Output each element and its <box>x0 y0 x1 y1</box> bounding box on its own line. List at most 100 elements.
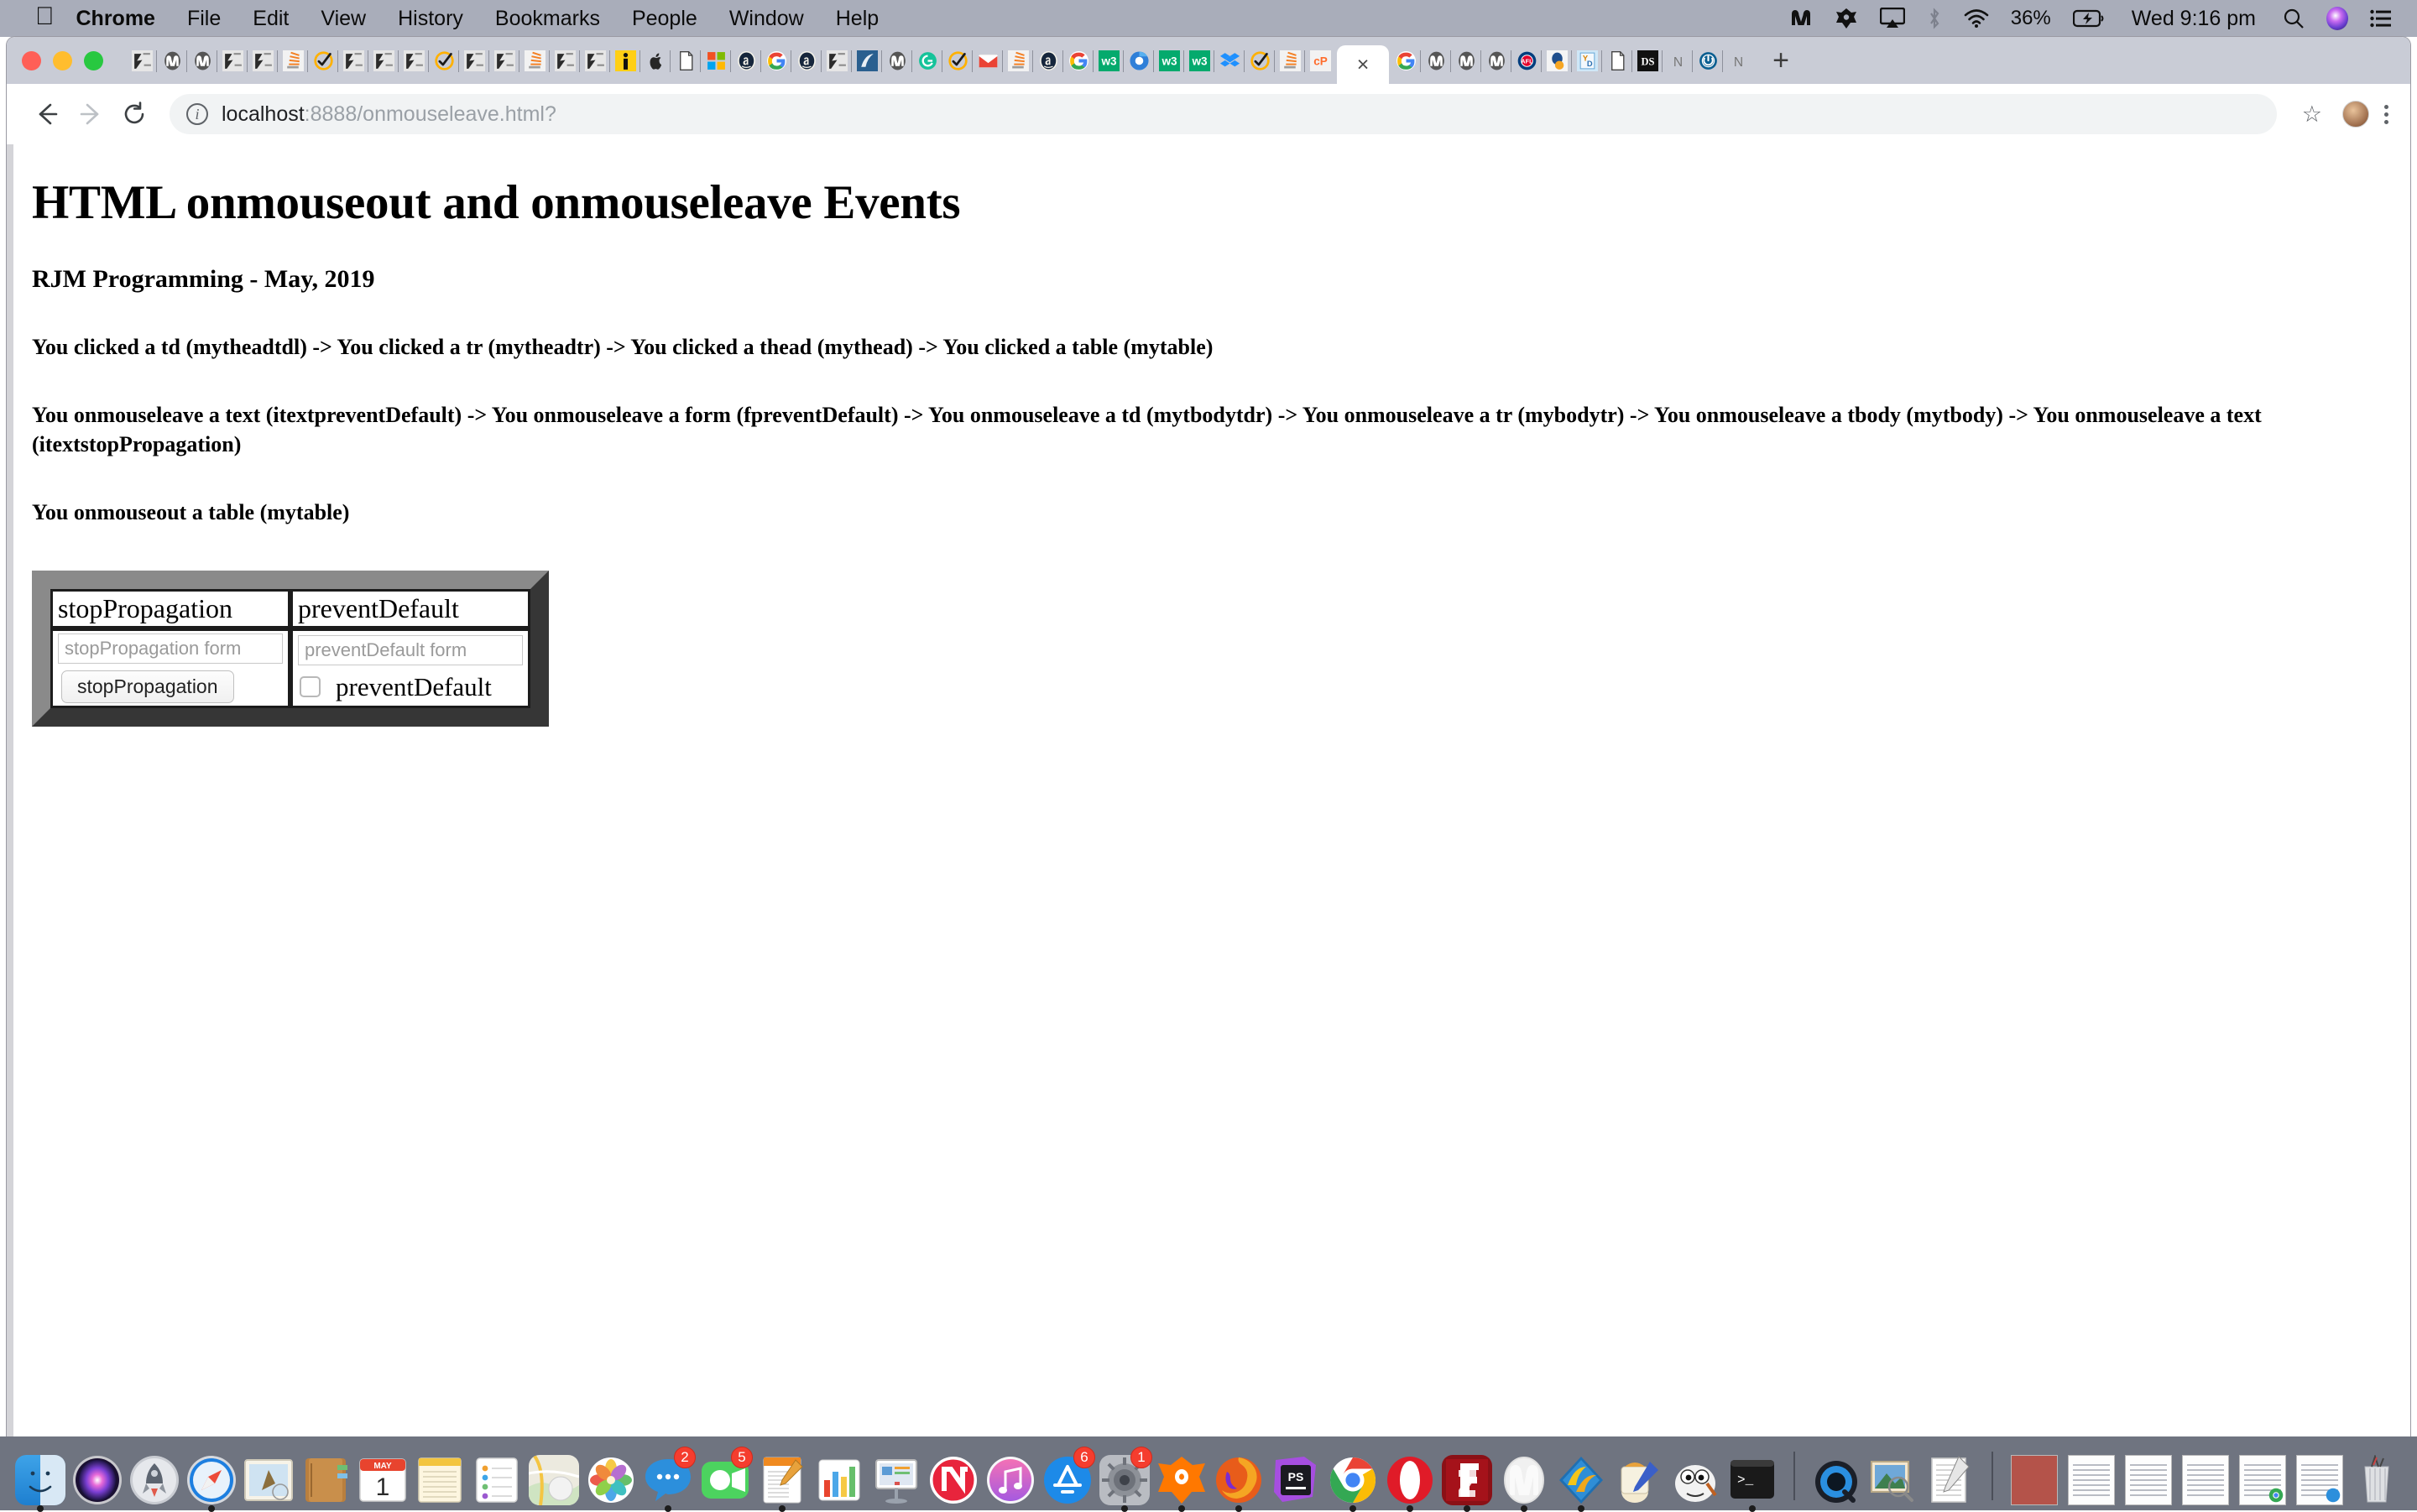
bluetooth-icon[interactable] <box>1927 7 1942 30</box>
mytbodytdl[interactable]: stopPropagation form stopPropagation <box>50 628 290 708</box>
star-icon[interactable]: ☆ <box>2302 102 2322 128</box>
dock-minimized-window-photo[interactable] <box>2008 1450 2060 1505</box>
pinned-tab[interactable] <box>459 37 489 84</box>
dock-minimized-window-chrome[interactable] <box>2237 1450 2289 1505</box>
dock-item-finder[interactable] <box>14 1450 66 1505</box>
mytheadtdr[interactable]: preventDefault <box>290 589 530 628</box>
pinned-tab[interactable] <box>278 37 308 84</box>
pinned-tab[interactable]: w3 <box>1184 37 1214 84</box>
pinned-tab[interactable] <box>368 37 399 84</box>
pinned-tab[interactable]: N <box>1663 37 1693 84</box>
pinned-tab[interactable] <box>1003 37 1033 84</box>
dock-minimized-window-doc-2[interactable] <box>2122 1450 2174 1505</box>
pinned-tab[interactable] <box>248 37 278 84</box>
pinned-tab[interactable] <box>1275 37 1305 84</box>
kebab-menu-icon[interactable] <box>2384 105 2388 124</box>
dock-item-calendar[interactable]: MAY1 <box>357 1450 409 1505</box>
pinned-tab[interactable] <box>791 37 822 84</box>
pinned-tab[interactable] <box>973 37 1003 84</box>
active-tab[interactable]: × <box>1337 45 1389 84</box>
dock-minimized-window-doc-1[interactable] <box>2065 1450 2117 1505</box>
pinned-tab[interactable] <box>1542 37 1572 84</box>
dock-item-mamp[interactable] <box>1498 1450 1550 1505</box>
pinned-tab[interactable]: w3 <box>1154 37 1184 84</box>
menu-item-window[interactable]: Window <box>729 7 804 31</box>
pinned-tab[interactable] <box>157 37 187 84</box>
dock-item-facetime[interactable]: 5 <box>699 1450 751 1505</box>
mybodytr[interactable]: stopPropagation form stopPropagation pre… <box>50 628 530 708</box>
pinned-tab[interactable]: N <box>1723 37 1753 84</box>
pinned-tab[interactable] <box>912 37 942 84</box>
dock-item-keynote[interactable] <box>870 1450 922 1505</box>
avast-icon[interactable] <box>1835 7 1858 30</box>
malwarebytes-icon[interactable] <box>1789 7 1813 30</box>
pinned-tab[interactable] <box>852 37 882 84</box>
pinned-tab[interactable] <box>308 37 338 84</box>
pinned-tab[interactable] <box>731 37 761 84</box>
airplay-icon[interactable] <box>1880 8 1905 29</box>
wifi-icon[interactable] <box>1964 8 1989 29</box>
dock-item-numbers[interactable] <box>813 1450 865 1505</box>
pinned-tab[interactable] <box>1214 37 1245 84</box>
back-arrow-icon[interactable] <box>25 92 69 136</box>
close-window-button[interactable] <box>22 51 41 70</box>
pinned-tab[interactable] <box>640 37 671 84</box>
dock-item-preview[interactable] <box>1867 1450 1919 1505</box>
list-icon[interactable] <box>2370 9 2392 28</box>
info-circle-icon[interactable]: i <box>186 103 208 125</box>
menu-item-help[interactable]: Help <box>836 7 879 31</box>
pinned-tab[interactable] <box>1421 37 1451 84</box>
mythead[interactable]: stopPropagation preventDefault <box>50 589 530 628</box>
dock-item-avast[interactable] <box>1156 1450 1208 1505</box>
dock-item-gimp[interactable] <box>1669 1450 1721 1505</box>
siri-icon[interactable] <box>2326 7 2348 30</box>
menu-item-view[interactable]: View <box>321 7 366 31</box>
mytbody[interactable]: stopPropagation form stopPropagation pre… <box>50 628 530 708</box>
search-icon[interactable] <box>2283 8 2305 29</box>
pinned-tab[interactable] <box>761 37 791 84</box>
pinned-tab[interactable] <box>1391 37 1421 84</box>
dock-item-toast[interactable] <box>1612 1450 1664 1505</box>
dock-item-messages[interactable]: 2 <box>642 1450 694 1505</box>
dock-minimized-window-messages[interactable] <box>2294 1450 2346 1505</box>
pinned-tab[interactable] <box>217 37 248 84</box>
dock-item-news[interactable] <box>927 1450 979 1505</box>
zoom-window-button[interactable] <box>84 51 103 70</box>
pinned-tab[interactable] <box>550 37 580 84</box>
pinned-tab[interactable]: AFL <box>1511 37 1542 84</box>
dock-item-terminal[interactable]: >_ <box>1726 1450 1778 1505</box>
prevent-default-checkbox[interactable] <box>300 676 321 697</box>
pinned-tab[interactable] <box>429 37 459 84</box>
itextpreventDefault[interactable]: preventDefault form <box>298 635 523 665</box>
mytheadtdl[interactable]: stopPropagation <box>50 589 290 628</box>
pinned-tab[interactable] <box>942 37 973 84</box>
dock-item-quicktime[interactable] <box>1810 1450 1862 1505</box>
dock-item-photos[interactable] <box>585 1450 637 1505</box>
pinned-tab[interactable] <box>127 37 157 84</box>
dock-item-itunes[interactable] <box>984 1450 1036 1505</box>
menu-item-edit[interactable]: Edit <box>253 7 289 31</box>
pinned-tab[interactable] <box>399 37 429 84</box>
menu-item-chrome[interactable]: Chrome <box>76 7 155 31</box>
pinned-tab[interactable] <box>610 37 640 84</box>
pinned-tab[interactable] <box>1124 37 1154 84</box>
dock-item-chrome[interactable] <box>1327 1450 1379 1505</box>
dock-item-phpstorm[interactable]: PS <box>1270 1450 1322 1505</box>
pinned-tab[interactable] <box>1693 37 1723 84</box>
menu-item-bookmarks[interactable]: Bookmarks <box>495 7 600 31</box>
address-bar[interactable]: i localhost:8888/onmouseleave.html? <box>170 94 2277 134</box>
pinned-tab[interactable]: DS <box>1632 37 1663 84</box>
avatar[interactable] <box>2342 101 2369 128</box>
pinned-tab[interactable] <box>519 37 550 84</box>
menu-item-file[interactable]: File <box>187 7 221 31</box>
reload-icon[interactable] <box>112 92 156 136</box>
pinned-tab[interactable] <box>1451 37 1481 84</box>
mytable[interactable]: stopPropagation preventDefault stopPropa… <box>32 571 549 727</box>
pinned-tab[interactable] <box>187 37 217 84</box>
pinned-tab[interactable] <box>1245 37 1275 84</box>
pinned-tab[interactable]: w3 <box>1094 37 1124 84</box>
pinned-tab[interactable] <box>1602 37 1632 84</box>
pinned-tab[interactable] <box>489 37 519 84</box>
pinned-tab[interactable] <box>1033 37 1063 84</box>
dock-item-navicat[interactable] <box>1555 1450 1607 1505</box>
